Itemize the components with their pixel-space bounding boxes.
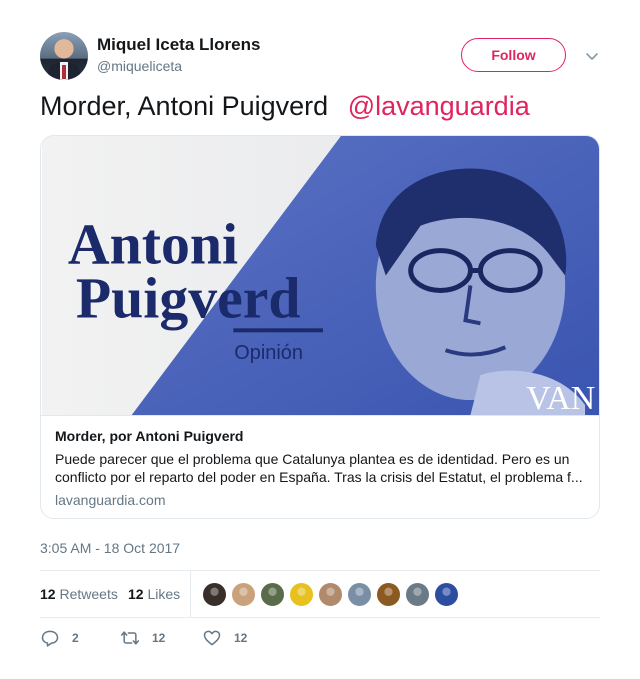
chevron-down-icon[interactable] bbox=[584, 48, 600, 64]
liker-avatar[interactable] bbox=[202, 582, 227, 607]
user-name[interactable]: Miquel Iceta Llorens bbox=[97, 35, 260, 55]
reply-count: 2 bbox=[72, 631, 79, 645]
retweet-count: 12 bbox=[152, 631, 166, 645]
card-image-section: Opinión bbox=[234, 342, 303, 364]
card-body: Morder, por Antoni Puigverd Puede parece… bbox=[55, 428, 587, 508]
retweets-stat[interactable]: 12 Retweets bbox=[40, 586, 118, 602]
retweet-button[interactable]: 12 bbox=[120, 628, 165, 648]
tweet-text: Morder, Antoni Puigverd @lavanguardia bbox=[40, 91, 530, 122]
liker-avatar[interactable] bbox=[434, 582, 459, 607]
follow-button[interactable]: Follow bbox=[461, 38, 566, 72]
liker-avatar[interactable] bbox=[260, 582, 285, 607]
likes-label: Likes bbox=[147, 586, 181, 602]
tweet-timestamp[interactable]: 3:05 AM - 18 Oct 2017 bbox=[40, 540, 180, 556]
reply-icon bbox=[41, 630, 59, 647]
like-count: 12 bbox=[234, 631, 248, 645]
card-image-headline-line2: Puigverd bbox=[76, 266, 301, 330]
stats-divider bbox=[190, 571, 191, 617]
likes-stat[interactable]: 12 Likes bbox=[128, 586, 180, 602]
card-description: Puede parecer que el problema que Catalu… bbox=[55, 451, 583, 485]
tweet-stats: 12 Retweets 12 Likes bbox=[40, 570, 600, 618]
retweets-label: Retweets bbox=[59, 586, 118, 602]
like-button[interactable]: 12 bbox=[202, 628, 247, 648]
liker-avatar[interactable] bbox=[376, 582, 401, 607]
retweet-icon bbox=[120, 631, 140, 645]
liker-avatar[interactable] bbox=[231, 582, 256, 607]
card-image-rule bbox=[233, 328, 323, 333]
tweet-body: Morder, Antoni Puigverd bbox=[40, 91, 329, 121]
liker-avatar[interactable] bbox=[318, 582, 343, 607]
heart-icon bbox=[203, 630, 221, 646]
card-title: Morder, por Antoni Puigverd bbox=[55, 428, 244, 444]
liker-avatar[interactable] bbox=[289, 582, 314, 607]
liker-avatar[interactable] bbox=[347, 582, 372, 607]
avatar-tie bbox=[62, 65, 66, 79]
card-image-logo: VAN bbox=[526, 380, 595, 416]
link-card[interactable]: Antoni Puigverd Opinión VAN Morder, por … bbox=[40, 135, 600, 519]
reply-button[interactable]: 2 bbox=[40, 628, 79, 648]
tweet-actions: 2 12 12 bbox=[40, 628, 600, 650]
card-image[interactable]: Antoni Puigverd Opinión VAN bbox=[41, 136, 600, 416]
avatar[interactable] bbox=[40, 32, 88, 80]
user-handle[interactable]: @miqueliceta bbox=[97, 58, 182, 74]
likes-count: 12 bbox=[128, 586, 144, 602]
liker-avatar[interactable] bbox=[405, 582, 430, 607]
tweet-header: Miquel Iceta Llorens @miqueliceta Follow bbox=[40, 32, 600, 80]
card-domain: lavanguardia.com bbox=[55, 492, 166, 508]
tweet-mention-link[interactable]: @lavanguardia bbox=[348, 91, 530, 121]
retweets-count: 12 bbox=[40, 586, 56, 602]
